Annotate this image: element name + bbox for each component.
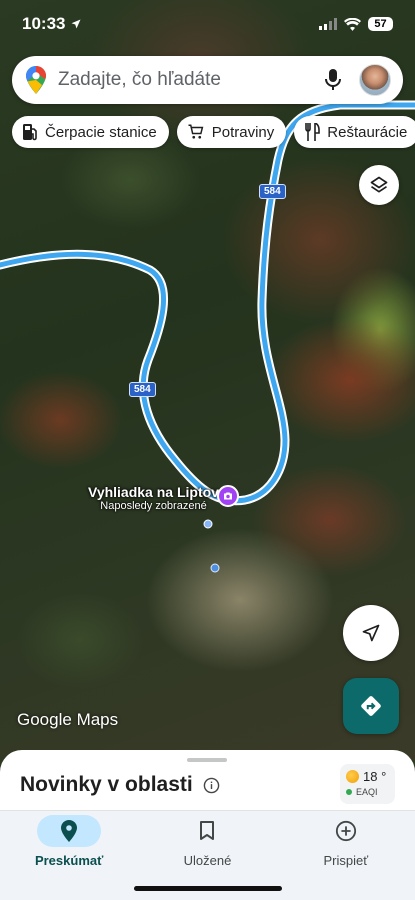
camera-icon[interactable] (217, 485, 239, 507)
directions-button[interactable] (343, 678, 399, 734)
road-number-badge: 584 (259, 184, 286, 199)
layers-icon (370, 176, 388, 193)
logo-google-text: Google (17, 710, 72, 729)
aqi-label: EAQI (356, 787, 378, 797)
place-name: Vyhliadka na Liptov (88, 484, 219, 500)
microphone-icon[interactable] (325, 69, 341, 91)
status-indicators: 57 (319, 17, 393, 31)
bottom-sheet[interactable]: Novinky v oblasti 18 ° EAQI (0, 750, 415, 812)
chip-label: Čerpacie stanice (45, 123, 157, 141)
chip-label: Potraviny (211, 123, 275, 141)
chip-label: Reštaurácie (327, 123, 408, 141)
layers-button[interactable] (359, 165, 399, 205)
explore-pin-icon (61, 820, 78, 842)
chip-gas-stations[interactable]: Čerpacie stanice (12, 116, 169, 148)
nav-label: Prispieť (323, 853, 369, 868)
avatar[interactable] (359, 64, 391, 96)
nav-contribute[interactable]: Prispieť (281, 815, 411, 900)
status-time-group: 10:33 (22, 14, 82, 34)
wifi-icon (344, 17, 361, 31)
search-bar[interactable] (12, 56, 403, 104)
weather-widget[interactable]: 18 ° EAQI (340, 764, 395, 804)
weather-temperature: 18 ° (363, 769, 387, 784)
my-location-button[interactable] (343, 605, 399, 661)
sheet-title-row: Novinky v oblasti (20, 773, 220, 797)
category-chips: Čerpacie stanice Potraviny Reštaurácie (12, 116, 415, 148)
signal-icon (319, 18, 337, 30)
status-bar: 10:33 57 (0, 0, 415, 48)
sheet-title: Novinky v oblasti (20, 773, 193, 796)
cart-icon (188, 124, 204, 139)
navigation-arrow-icon (362, 624, 380, 642)
directions-icon (361, 696, 381, 716)
info-icon[interactable] (203, 777, 220, 794)
nav-label: Preskúmať (34, 853, 104, 868)
chip-restaurants[interactable]: Reštaurácie (294, 116, 415, 148)
sheet-drag-handle[interactable] (187, 758, 227, 762)
nav-label: Uložené (183, 853, 232, 868)
place-label[interactable]: Vyhliadka na Liptov Naposledy zobrazené (88, 484, 219, 512)
search-input[interactable] (58, 69, 325, 91)
sun-icon (346, 770, 359, 783)
nav-explore[interactable]: Preskúmať (4, 815, 134, 900)
status-time: 10:33 (22, 14, 66, 33)
google-maps-logo: Google Maps (17, 710, 118, 730)
place-subtitle: Naposledy zobrazené (100, 500, 207, 512)
aqi-status-dot (346, 789, 352, 795)
fork-knife-icon (305, 123, 321, 141)
google-maps-pin-icon (26, 66, 46, 94)
battery-indicator: 57 (368, 17, 393, 31)
road-number-badge: 584 (129, 382, 156, 397)
chip-groceries[interactable]: Potraviny (176, 116, 287, 148)
bookmark-icon (200, 821, 215, 840)
home-indicator (134, 886, 282, 891)
location-arrow-icon (71, 19, 81, 29)
add-circle-icon (335, 820, 356, 842)
logo-maps-text: Maps (76, 710, 119, 729)
gas-station-icon (23, 124, 37, 141)
